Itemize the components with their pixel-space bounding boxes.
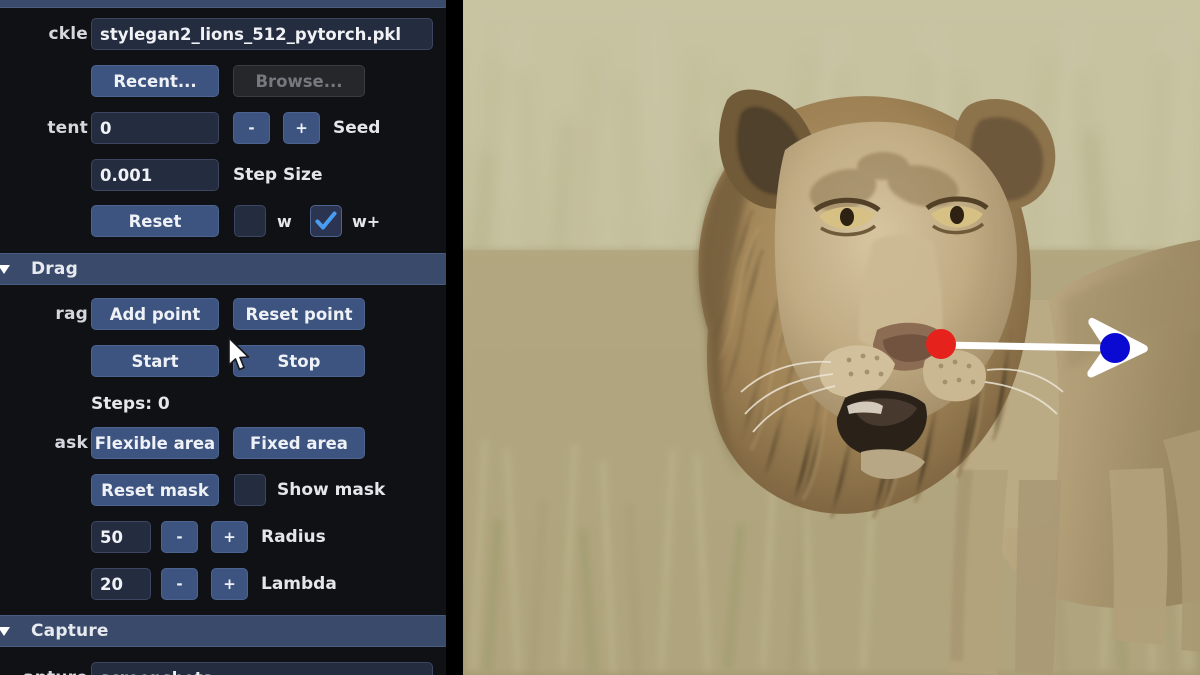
browse-button[interactable]: Browse...: [233, 65, 365, 97]
section-title-capture: Capture: [31, 621, 109, 641]
wplus-label: w+: [352, 211, 381, 231]
section-header-drag[interactable]: Drag: [0, 253, 446, 285]
drag-points-row: rag Add point Reset point: [0, 294, 446, 334]
drag-runcontrol-row: Start Stop: [0, 341, 446, 381]
reset-point-button[interactable]: Reset point: [233, 298, 365, 330]
caret-down-icon: [0, 254, 13, 284]
flexible-area-button[interactable]: Flexible area: [91, 427, 219, 459]
caret-down-icon: [0, 616, 13, 646]
radius-label: Radius: [261, 527, 326, 547]
show-mask-checkbox[interactable]: [234, 474, 266, 506]
stop-button[interactable]: Stop: [233, 345, 365, 377]
latent-seed-row: tent 0 - + Seed: [0, 108, 446, 148]
lambda-increment-button[interactable]: +: [211, 568, 248, 600]
section-header-capture[interactable]: Capture: [0, 615, 446, 647]
mask-area-row: ask Flexible area Fixed area: [0, 423, 446, 463]
lambda-input[interactable]: 20: [91, 568, 151, 600]
capture-label: apture: [0, 658, 88, 675]
radius-row: 50 - + Radius: [0, 517, 446, 557]
control-panel: ckle stylegan2_lions_512_pytorch.pkl Rec…: [0, 0, 446, 675]
step-size-label: Step Size: [233, 165, 323, 185]
network-pickle-row: ckle stylegan2_lions_512_pytorch.pkl: [0, 14, 446, 54]
latent-reset-row: Reset w w+: [0, 201, 446, 241]
fixed-area-button[interactable]: Fixed area: [233, 427, 365, 459]
seed-input[interactable]: 0: [91, 112, 219, 144]
radius-increment-button[interactable]: +: [211, 521, 248, 553]
wplus-checkbox[interactable]: [310, 205, 342, 237]
panel-image-divider: [446, 0, 463, 675]
lambda-row: 20 - + Lambda: [0, 564, 446, 604]
capture-path-input[interactable]: screenshots: [91, 662, 433, 675]
start-button[interactable]: Start: [91, 345, 219, 377]
radius-input[interactable]: 50: [91, 521, 151, 553]
seed-label: Seed: [333, 118, 381, 138]
network-buttons-row: Recent... Browse...: [0, 61, 446, 101]
w-checkbox[interactable]: [234, 205, 266, 237]
capture-path-row: apture screenshots: [0, 658, 446, 675]
add-point-button[interactable]: Add point: [91, 298, 219, 330]
section-header-partial-top[interactable]: [0, 0, 446, 8]
image-viewport[interactable]: [463, 0, 1200, 675]
steps-counter-label: Steps: 0: [91, 394, 170, 414]
seed-decrement-button[interactable]: -: [233, 112, 270, 144]
reset-latent-button[interactable]: Reset: [91, 205, 219, 237]
radius-decrement-button[interactable]: -: [161, 521, 198, 553]
mask-reset-row: Reset mask Show mask: [0, 470, 446, 510]
source-handle[interactable]: [926, 329, 956, 359]
check-icon: [315, 211, 337, 230]
lambda-decrement-button[interactable]: -: [161, 568, 198, 600]
step-size-row: 0.001 Step Size: [0, 155, 446, 195]
draggan-app: ckle stylegan2_lions_512_pytorch.pkl Rec…: [0, 0, 1200, 675]
reset-mask-button[interactable]: Reset mask: [91, 474, 219, 506]
recent-button[interactable]: Recent...: [91, 65, 219, 97]
network-pickle-input[interactable]: stylegan2_lions_512_pytorch.pkl: [91, 18, 433, 50]
seed-increment-button[interactable]: +: [283, 112, 320, 144]
w-label: w: [277, 211, 292, 231]
mask-label: ask: [54, 433, 88, 453]
network-pickle-label: ckle: [48, 24, 88, 44]
generated-lion-photo: [463, 0, 1200, 675]
steps-row: Steps: 0: [0, 384, 446, 424]
step-size-input[interactable]: 0.001: [91, 159, 219, 191]
show-mask-label: Show mask: [277, 480, 386, 500]
lambda-label: Lambda: [261, 574, 337, 594]
drag-label: rag: [55, 304, 88, 324]
caret-down-icon: [0, 0, 13, 7]
latent-label: tent: [47, 118, 88, 138]
section-title-drag: Drag: [31, 259, 78, 279]
target-handle[interactable]: [1100, 333, 1130, 363]
